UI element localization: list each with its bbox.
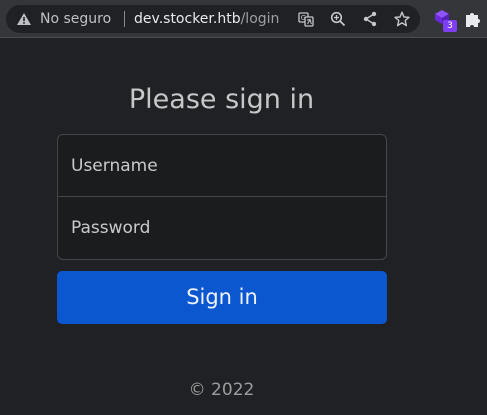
star-icon[interactable] (394, 11, 410, 27)
security-status-label[interactable]: No seguro (40, 11, 111, 27)
address-divider (124, 11, 125, 27)
translate-icon[interactable]: G (298, 11, 314, 27)
sign-in-button[interactable]: Sign in (57, 271, 387, 324)
address-bar[interactable]: No seguro dev.stocker.htb/login G (6, 5, 420, 33)
zoom-icon[interactable] (330, 11, 346, 27)
puzzle-icon[interactable] (464, 10, 482, 28)
username-input[interactable]: Username (58, 135, 386, 197)
warning-icon[interactable] (16, 12, 32, 26)
password-input[interactable]: Password (58, 197, 386, 259)
url-host: dev.stocker.htb (134, 11, 241, 27)
share-icon[interactable] (362, 11, 378, 27)
footer-copyright: © 2022 (188, 380, 255, 400)
page-title: Please sign in (128, 84, 315, 115)
login-form: Username Password (57, 134, 387, 260)
url-text[interactable]: dev.stocker.htb/login (134, 11, 279, 27)
extension-badge: 3 (443, 20, 457, 32)
browser-toolbar: No seguro dev.stocker.htb/login G 3 (0, 0, 487, 38)
url-path: /login (240, 11, 280, 27)
